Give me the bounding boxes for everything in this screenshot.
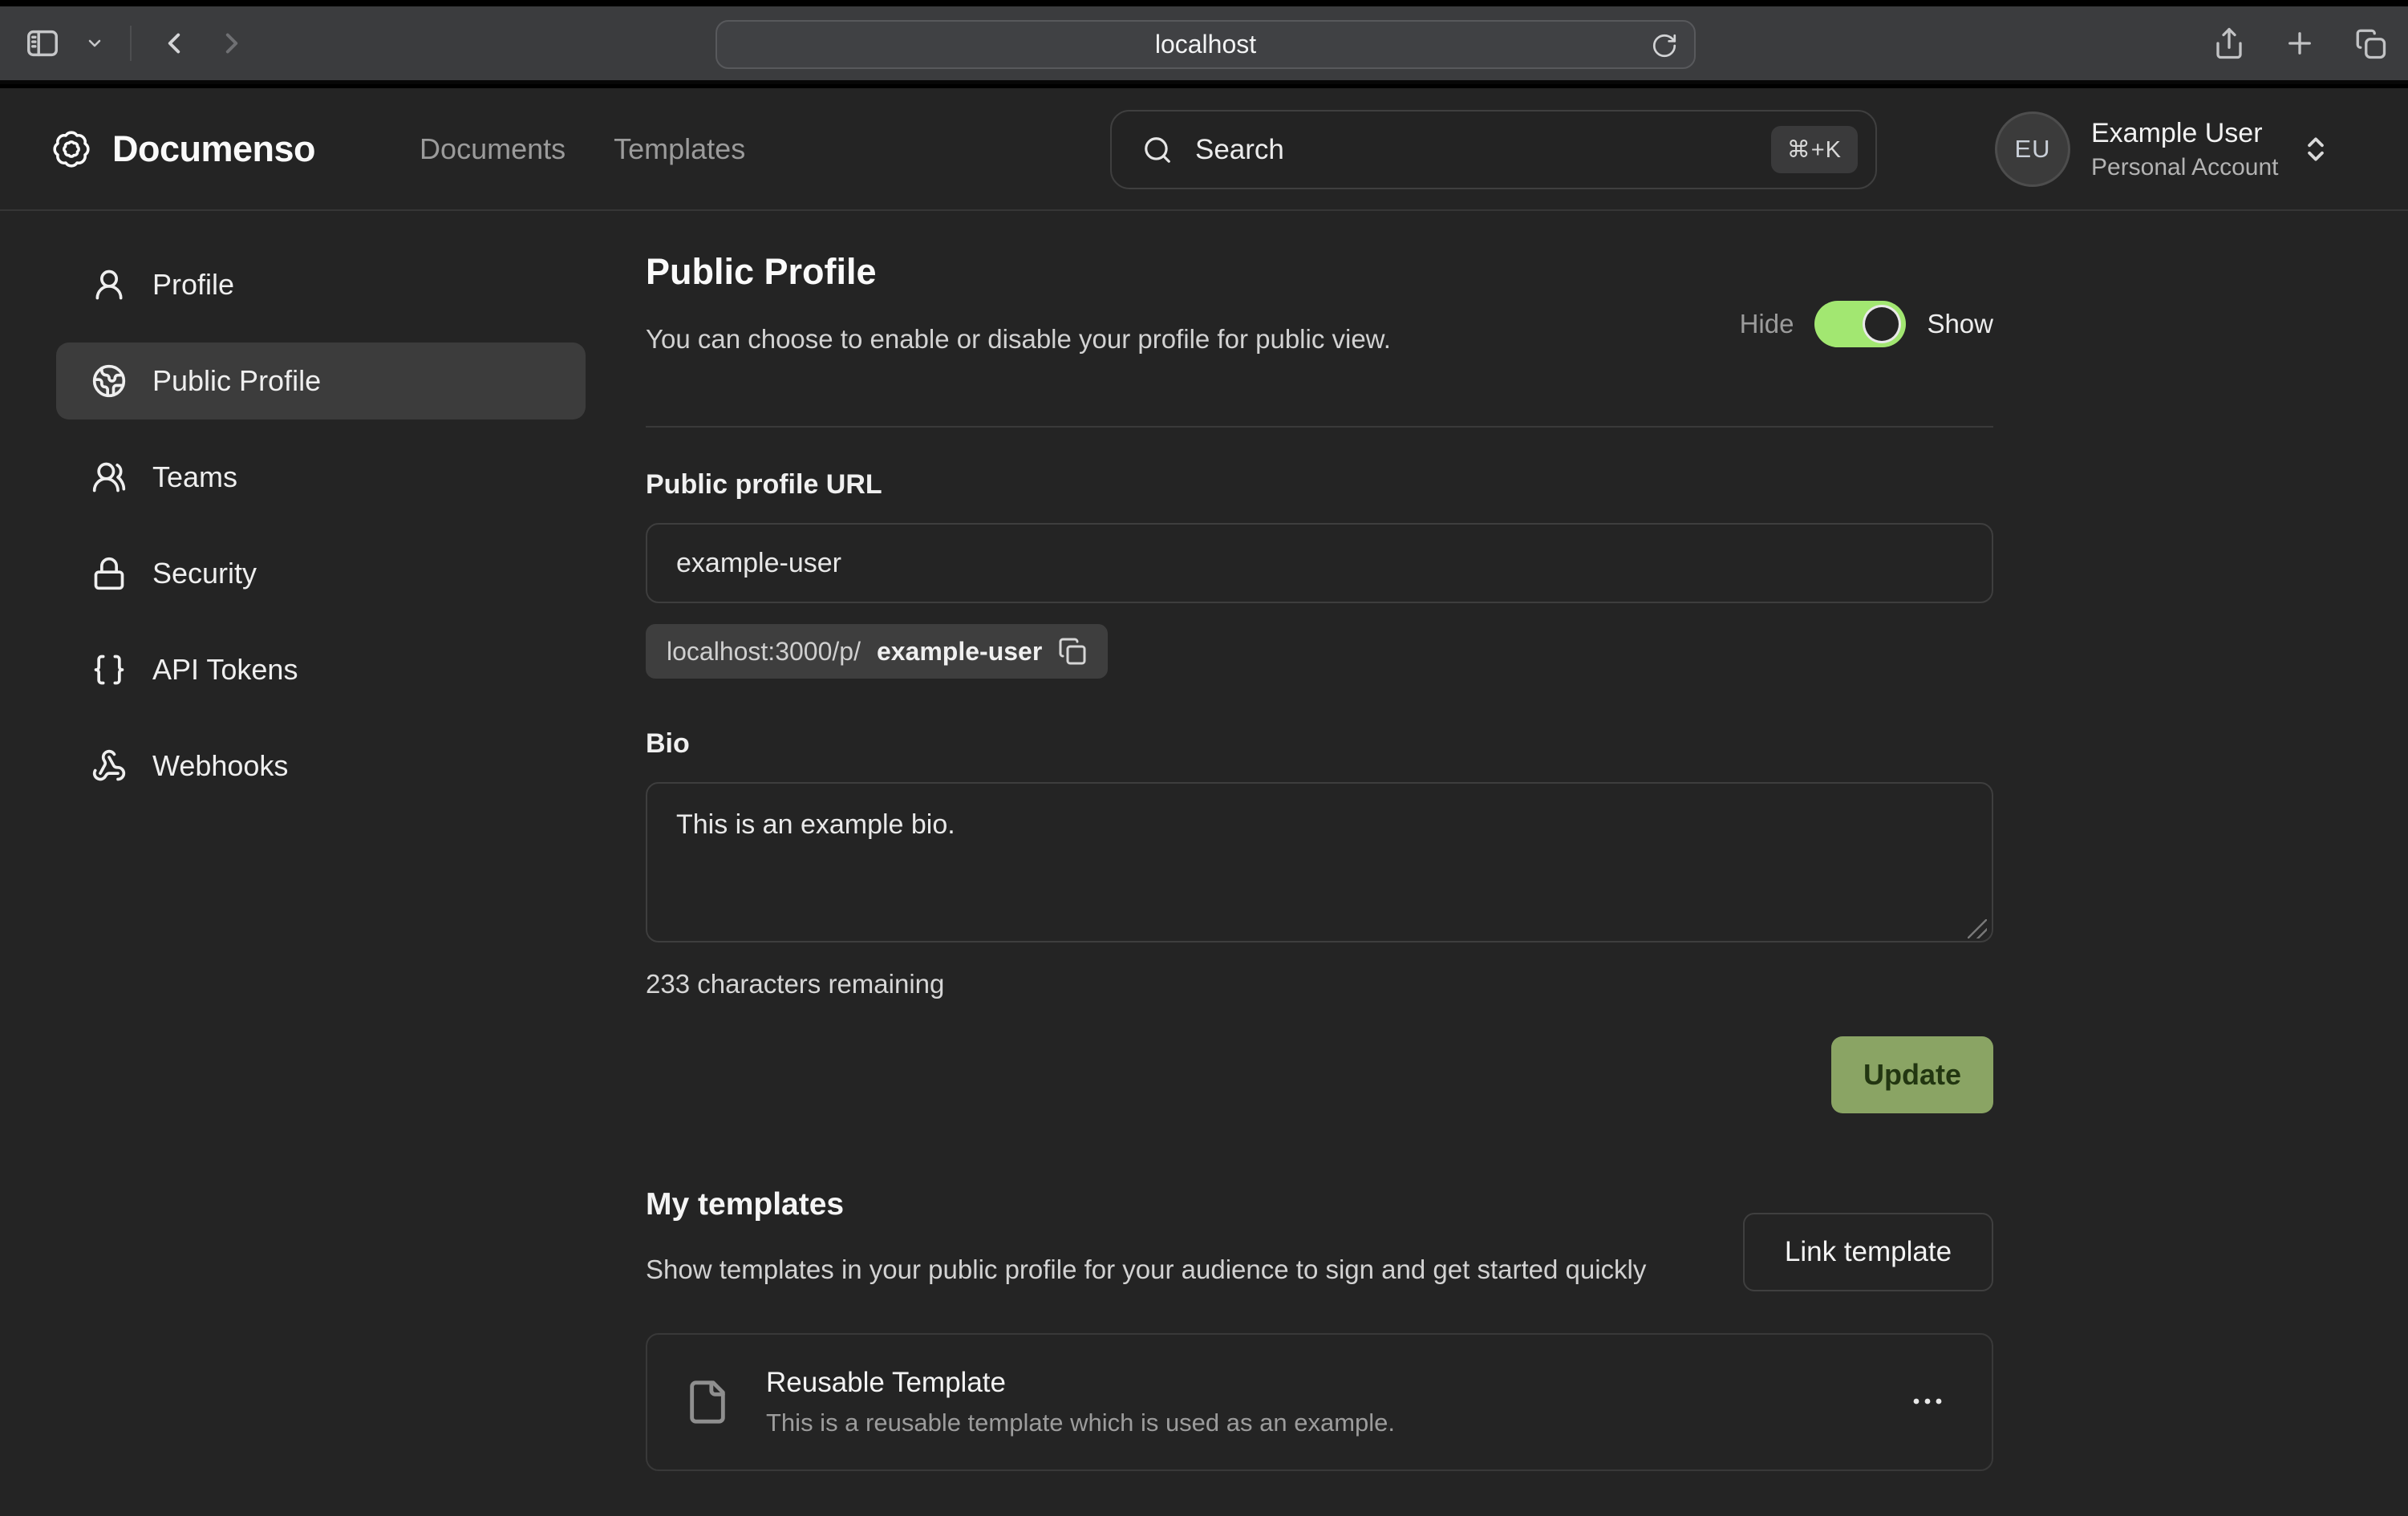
link-template-button[interactable]: Link template [1743, 1213, 1993, 1291]
globe-icon [91, 363, 127, 399]
screen: localhost Documenso [0, 0, 2408, 1516]
brand[interactable]: Documenso [51, 128, 315, 170]
my-templates-description: Show templates in your public profile fo… [646, 1250, 1646, 1290]
profile-url-input[interactable] [646, 523, 1993, 603]
template-card: Reusable Template This is a reusable tem… [646, 1333, 1993, 1471]
search-shortcut-badge: ⌘+K [1771, 126, 1858, 173]
profile-url-prefix: localhost:3000/p/ [667, 637, 861, 667]
plus-icon [2283, 26, 2317, 60]
bio-characters-remaining: 233 characters remaining [646, 969, 1993, 999]
body: Profile Public Profile Teams Security AP… [0, 211, 2408, 1471]
template-description: This is a reusable template which is use… [766, 1409, 1900, 1437]
back-icon [157, 26, 191, 60]
app-header: Documenso Documents Templates Search ⌘+K… [0, 88, 2408, 211]
bio-field-wrap: This is an example bio. [646, 782, 1993, 946]
app: Documenso Documents Templates Search ⌘+K… [0, 88, 2408, 1516]
reload-icon [1651, 32, 1678, 59]
sidebar-toggle-button[interactable] [24, 25, 61, 62]
search-placeholder: Search [1195, 134, 1749, 166]
account-type: Personal Account [2091, 154, 2278, 181]
page-title: Public Profile [646, 251, 1391, 293]
account-names: Example User Personal Account [2091, 118, 2278, 181]
sidebar-item-api-tokens[interactable]: API Tokens [56, 631, 586, 708]
main-content: Public Profile You can choose to enable … [646, 246, 1993, 1471]
chevrons-up-down-icon [2301, 134, 2331, 164]
template-menu-button[interactable] [1900, 1374, 1955, 1431]
toggle-show-label: Show [1927, 309, 1993, 339]
share-icon [2212, 26, 2246, 60]
lock-icon [91, 556, 127, 591]
tab-overview-button[interactable] [2353, 26, 2387, 60]
bio-textarea[interactable]: This is an example bio. [646, 782, 1993, 942]
search-input[interactable]: Search ⌘+K [1110, 110, 1877, 189]
brand-name: Documenso [112, 128, 315, 170]
sidebar-menu-chevron-button[interactable] [85, 34, 104, 53]
bio-label: Bio [646, 728, 1993, 760]
profile-url-slug: example-user [877, 637, 1042, 667]
sidebar-item-public-profile[interactable]: Public Profile [56, 343, 586, 420]
forward-button[interactable] [215, 26, 249, 60]
section-divider [646, 426, 1993, 428]
nav-templates[interactable]: Templates [614, 132, 745, 166]
toggle-hide-label: Hide [1740, 309, 1794, 339]
template-name: Reusable Template [766, 1367, 1900, 1399]
forward-icon [215, 26, 249, 60]
tabs-icon [2353, 26, 2387, 60]
account-name: Example User [2091, 118, 2278, 149]
visibility-toggle-row: Hide Show [1740, 301, 1993, 347]
braces-icon [91, 652, 127, 687]
my-templates-title: My templates [646, 1187, 1646, 1222]
update-button[interactable]: Update [1831, 1036, 1993, 1113]
profile-url-label: Public profile URL [646, 469, 1993, 501]
page-subtitle: You can choose to enable or disable your… [646, 322, 1391, 357]
user-icon [91, 267, 127, 302]
copy-icon [1058, 637, 1087, 666]
chrome-divider [130, 26, 132, 61]
avatar-initials: EU [2014, 135, 2050, 164]
reload-button[interactable] [1651, 32, 1678, 59]
file-icon [684, 1379, 731, 1425]
new-tab-button[interactable] [2283, 26, 2317, 60]
search-icon [1142, 135, 1173, 165]
top-nav: Documents Templates [420, 132, 745, 166]
profile-visibility-toggle[interactable] [1814, 301, 1906, 347]
documenso-logo [51, 129, 91, 169]
back-button[interactable] [157, 26, 191, 60]
sidebar-panel-icon [24, 25, 61, 62]
address-bar-url: localhost [1155, 30, 1256, 59]
settings-sidebar: Profile Public Profile Teams Security AP… [56, 246, 586, 1471]
chevron-down-icon [85, 34, 104, 53]
share-button[interactable] [2212, 26, 2246, 60]
sidebar-item-teams[interactable]: Teams [56, 439, 586, 516]
avatar: EU [1995, 111, 2070, 187]
toggle-knob [1863, 305, 1901, 343]
ellipsis-icon [1908, 1382, 1947, 1421]
nav-documents[interactable]: Documents [420, 132, 566, 166]
sidebar-item-profile[interactable]: Profile [56, 246, 586, 323]
webhook-icon [91, 748, 127, 784]
address-bar[interactable]: localhost [716, 20, 1696, 69]
users-icon [91, 460, 127, 495]
resize-handle[interactable] [1968, 919, 1987, 938]
sidebar-item-security[interactable]: Security [56, 535, 586, 612]
template-texts: Reusable Template This is a reusable tem… [766, 1367, 1900, 1437]
browser-chrome: localhost [0, 6, 2408, 84]
account-menu[interactable]: EU Example User Personal Account [1995, 111, 2331, 187]
profile-url-copy-chip[interactable]: localhost:3000/p/example-user [646, 624, 1108, 679]
sidebar-item-webhooks[interactable]: Webhooks [56, 728, 586, 805]
